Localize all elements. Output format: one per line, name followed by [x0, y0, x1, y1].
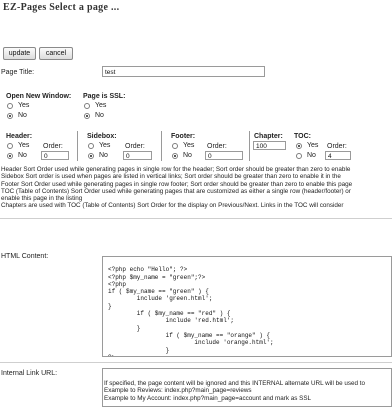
header-yes-radio[interactable]	[7, 143, 13, 149]
code-line: <?php	[108, 280, 127, 288]
footer-no-radio[interactable]	[172, 153, 178, 159]
sidebox-no-radio[interactable]	[88, 153, 94, 159]
code-line: if ( $my_name == "green" ) {	[108, 288, 209, 296]
open-new-window-yes-label: Yes	[18, 102, 30, 109]
open-new-window-no-label: No	[18, 112, 27, 119]
help-line: Footer Sort Order used while generating …	[1, 180, 353, 188]
help-line: Header Sort Order used while generating …	[1, 166, 351, 173]
column-divider	[77, 131, 78, 161]
code-line: include 'green.html';	[108, 295, 213, 303]
code-line: }	[108, 302, 112, 310]
sidebox-yes-label: Yes	[99, 142, 111, 149]
divider	[0, 362, 392, 363]
toc-order-input[interactable]: 4	[325, 151, 351, 160]
html-content-editor[interactable]: <?php echo "Hello"; ?> <?php $my_name = "…	[102, 256, 392, 357]
page-title: EZ-Pages Select a page ...	[3, 2, 120, 13]
sidebox-order-input[interactable]: 0	[123, 151, 152, 160]
footer-yes-label: Yes	[183, 142, 195, 149]
open-new-window-no-radio[interactable]	[7, 113, 13, 119]
order-help-text: Header Sort Order used while generating …	[1, 166, 392, 210]
footer-no-label: No	[183, 152, 192, 159]
toc-yes-radio[interactable]	[296, 143, 302, 149]
code-line: }	[108, 324, 141, 332]
page-title-input[interactable]: test	[102, 66, 265, 77]
html-content-label: HTML Content:	[1, 253, 49, 260]
header-order-input[interactable]: 0	[41, 151, 69, 160]
code-line: }	[108, 346, 170, 354]
header-order-label: Order:	[43, 143, 63, 150]
header-no-radio[interactable]	[7, 153, 13, 159]
update-button[interactable]: update	[3, 47, 36, 60]
chapter-input[interactable]: 100	[253, 141, 286, 150]
page-title-label: Page Title:	[1, 69, 35, 76]
internal-link-help-line: Example to Reviews: index.php?main_page=…	[104, 387, 252, 395]
chapter-label: Chapter:	[254, 133, 283, 140]
sidebox-order-label: Order:	[125, 143, 145, 150]
page-is-ssl-no-radio[interactable]	[84, 113, 90, 119]
toc-yes-label: Yes	[307, 142, 319, 149]
column-divider	[161, 131, 162, 161]
internal-link-help-line: Example to My Account: index.php?main_pa…	[104, 394, 312, 402]
toc-order-label: Order:	[327, 143, 347, 150]
code-line: if ( $my_name == "red" ) {	[108, 310, 231, 318]
open-new-window-label: Open New Window:	[6, 93, 72, 100]
footer-label: Footer:	[171, 133, 196, 140]
footer-yes-radio[interactable]	[172, 143, 178, 149]
code-line: ?>	[108, 354, 391, 356]
page-is-ssl-label: Page is SSL:	[83, 93, 126, 100]
internal-link-label: Internal Link URL:	[1, 370, 58, 377]
sidebox-label: Sidebox:	[87, 133, 117, 140]
cancel-button[interactable]: cancel	[39, 47, 73, 60]
code-line: <?php $my_name = "green";?>	[108, 273, 206, 281]
toc-no-radio[interactable]	[296, 153, 302, 159]
code-line: include 'red.html';	[108, 317, 235, 325]
sidebox-yes-radio[interactable]	[88, 143, 94, 149]
internal-link-help: If specified, the page content will be i…	[104, 380, 392, 402]
page-is-ssl-yes-label: Yes	[95, 102, 107, 109]
internal-link-help-line: If specified, the page content will be i…	[104, 380, 365, 387]
help-line: Sidebox Sort order is used when pages ar…	[1, 173, 341, 181]
toc-label: TOC:	[294, 133, 311, 140]
help-line: Chapters are used with TOC (Table of Con…	[1, 202, 344, 210]
column-divider	[249, 131, 250, 161]
open-new-window-yes-radio[interactable]	[7, 103, 13, 109]
code-line: include 'orange.html';	[108, 339, 274, 347]
toc-no-label: No	[307, 152, 316, 159]
help-line: TOC (Table of Contents) Sort Order used …	[1, 187, 351, 195]
footer-order-input[interactable]: 0	[205, 151, 243, 160]
header-yes-label: Yes	[18, 142, 30, 149]
footer-order-label: Order:	[207, 143, 227, 150]
page-is-ssl-no-label: No	[95, 112, 104, 119]
code-line: <?php echo "Hello"; ?>	[108, 266, 188, 274]
header-no-label: No	[18, 152, 27, 159]
help-line: enable this page in the listing	[1, 195, 83, 203]
sidebox-no-label: No	[99, 152, 108, 159]
page-is-ssl-yes-radio[interactable]	[84, 103, 90, 109]
code-line: if ( $my_name == "orange" ) {	[108, 331, 271, 339]
header-label: Header:	[6, 133, 33, 140]
divider	[0, 218, 392, 219]
